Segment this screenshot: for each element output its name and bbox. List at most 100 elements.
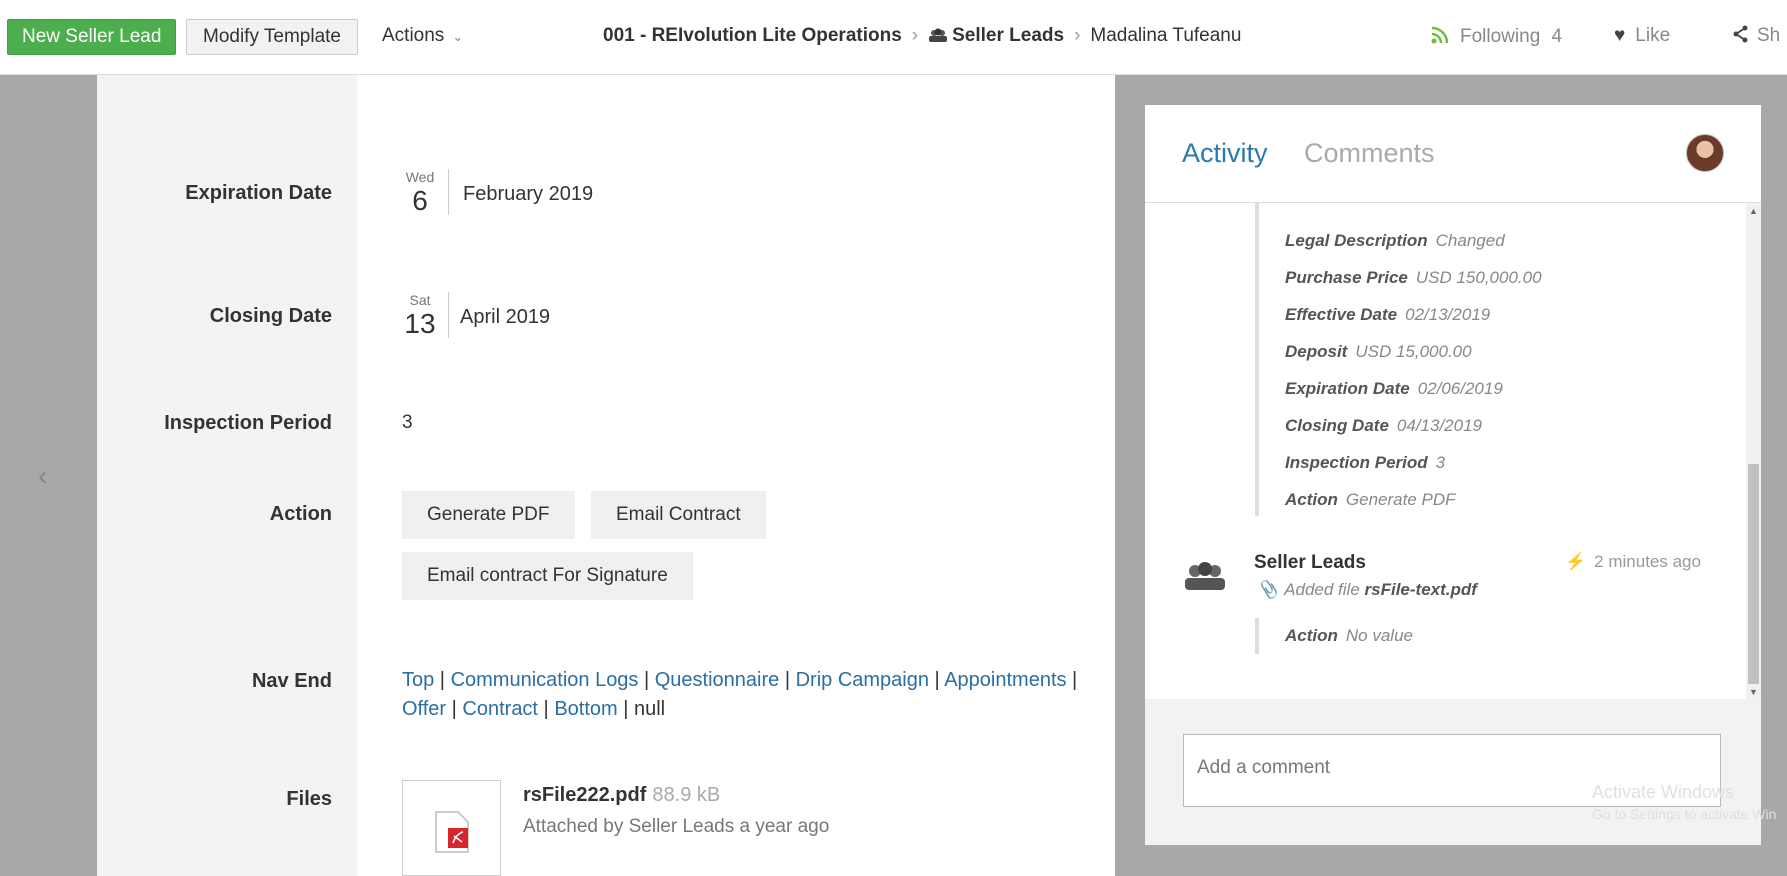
nav-link-appointments[interactable]: Appointments xyxy=(944,669,1066,691)
entry-file-prefix: Added file xyxy=(1284,580,1360,599)
top-toolbar: New Seller Lead Modify Template Actions ⌄… xyxy=(0,0,1787,75)
chevron-right-icon: › xyxy=(911,25,919,46)
scroll-up-icon[interactable]: ▲ xyxy=(1749,206,1758,216)
tab-comments[interactable]: Comments xyxy=(1304,138,1435,169)
nav-link-bottom[interactable]: Bottom xyxy=(554,698,617,720)
nav-link-questionnaire[interactable]: Questionnaire xyxy=(655,669,780,691)
chevron-down-icon: ⌄ xyxy=(452,29,464,44)
email-contract-for-signature-button[interactable]: Email contract For Signature xyxy=(402,552,693,600)
change-row: Legal Description Changed xyxy=(1285,231,1505,251)
tab-activity[interactable]: Activity xyxy=(1182,138,1268,169)
actions-label: Actions xyxy=(382,25,445,46)
scroll-down-icon[interactable]: ▼ xyxy=(1749,687,1758,697)
closing-dow: Sat xyxy=(409,292,431,308)
nav-link-communication-logs[interactable]: Communication Logs xyxy=(451,669,639,691)
change-value: USD 150,000.00 xyxy=(1415,268,1542,287)
date-divider xyxy=(448,292,449,338)
breadcrumb-workspace[interactable]: 001 - REIvolution Lite Operations xyxy=(603,25,902,46)
change-value: No value xyxy=(1345,626,1413,645)
actions-menu[interactable]: Actions ⌄ xyxy=(382,25,463,47)
inspection-period-value[interactable]: 3 xyxy=(402,412,413,434)
change-row: Purchase Price USD 150,000.00 xyxy=(1285,268,1542,288)
change-row: Expiration Date 02/06/2019 xyxy=(1285,379,1503,399)
file-meta: Attached by Seller Leads a year ago xyxy=(523,816,830,837)
scrollbar-thumb[interactable] xyxy=(1748,464,1759,684)
chevron-left-icon[interactable]: ‹ xyxy=(38,460,47,492)
chevron-right-icon: › xyxy=(1074,25,1081,46)
activity-entry-time: ⚡ 2 minutes ago xyxy=(1565,552,1701,572)
change-value: Changed xyxy=(1435,231,1505,250)
nav-link-drip-campaign[interactable]: Drip Campaign xyxy=(796,669,929,691)
change-key: Action xyxy=(1285,490,1338,509)
entry-time-text: 2 minutes ago xyxy=(1594,552,1701,571)
change-row: Action Generate PDF xyxy=(1285,490,1456,510)
file-thumbnail[interactable] xyxy=(402,780,501,876)
change-key: Expiration Date xyxy=(1285,379,1410,398)
new-seller-lead-button[interactable]: New Seller Lead xyxy=(7,19,177,55)
breadcrumb-app[interactable]: Seller Leads xyxy=(952,25,1064,46)
change-list-border xyxy=(1255,618,1259,654)
heart-icon: ♥ xyxy=(1614,25,1626,46)
closing-month-year: April 2019 xyxy=(460,306,551,328)
activate-windows-title: Activate Windows xyxy=(1592,782,1735,802)
nav-end-tail: null xyxy=(633,698,666,720)
activity-panel: Activity Comments Legal Description Chang… xyxy=(1145,105,1761,845)
activity-feed: Legal Description Changed Purchase Price U… xyxy=(1145,203,1761,699)
nav-link-contract[interactable]: Contract xyxy=(462,698,538,720)
entry-file-name[interactable]: rsFile-text.pdf xyxy=(1365,580,1477,599)
closing-date-label: Closing Date xyxy=(209,305,332,327)
change-list-border xyxy=(1255,203,1259,516)
pdf-file-icon xyxy=(435,811,469,853)
activate-windows-subtitle: Go to Settings to activate Win xyxy=(1592,806,1777,822)
change-key: Effective Date xyxy=(1285,305,1398,324)
share-button[interactable]: Sh xyxy=(1733,25,1780,47)
activity-panel-header: Activity Comments xyxy=(1145,105,1761,203)
action-label: Action xyxy=(269,503,332,525)
nav-end-links: Top | Communication Logs | Questionnaire… xyxy=(402,669,1078,720)
expiration-date-label: Expiration Date xyxy=(185,182,332,204)
change-key: Inspection Period xyxy=(1285,453,1428,472)
nav-link-top[interactable]: Top xyxy=(402,669,434,691)
change-row: Effective Date 02/13/2019 xyxy=(1285,305,1490,325)
modify-template-button[interactable]: Modify Template xyxy=(186,19,358,55)
inspection-period-label: Inspection Period xyxy=(164,412,332,434)
change-key: Closing Date xyxy=(1285,416,1389,435)
email-contract-button[interactable]: Email Contract xyxy=(591,491,766,539)
change-value: 02/13/2019 xyxy=(1405,305,1491,324)
like-button[interactable]: ♥ Like xyxy=(1614,25,1670,47)
closing-day: 13 xyxy=(404,308,436,339)
lightning-icon: ⚡ xyxy=(1565,552,1587,571)
nav-link-offer[interactable]: Offer xyxy=(402,698,446,720)
breadcrumb: 001 - REIvolution Lite Operations › Seller… xyxy=(603,25,1241,47)
share-label: Sh xyxy=(1757,25,1781,46)
group-icon xyxy=(1185,562,1225,590)
avatar[interactable] xyxy=(1686,134,1724,172)
rss-icon xyxy=(1431,26,1449,44)
share-icon xyxy=(1733,25,1748,43)
paperclip-icon: 📎 xyxy=(1257,580,1279,599)
breadcrumb-item: Madalina Tufeanu xyxy=(1090,25,1242,46)
change-value: 02/06/2019 xyxy=(1417,379,1503,398)
following-label: Following xyxy=(1460,26,1541,47)
activity-entry-title[interactable]: Seller Leads xyxy=(1254,552,1366,574)
change-row: Closing Date 04/13/2019 xyxy=(1285,416,1482,436)
expiration-dow: Wed xyxy=(405,169,435,185)
change-key: Purchase Price xyxy=(1285,268,1408,287)
activity-scrollbar[interactable]: ▲ ▼ xyxy=(1746,203,1761,699)
generate-pdf-button[interactable]: Generate PDF xyxy=(402,491,575,539)
change-row: Inspection Period 3 xyxy=(1285,453,1445,473)
item-detail-modal: Expiration Date Wed 6 February 2019 Clos… xyxy=(97,75,1115,876)
like-label: Like xyxy=(1635,25,1671,46)
change-key: Legal Description xyxy=(1285,231,1428,250)
following-count: 4 xyxy=(1551,26,1563,47)
change-value: Generate PDF xyxy=(1345,490,1456,509)
date-divider xyxy=(448,169,449,215)
change-key: Action xyxy=(1285,626,1338,645)
following-button[interactable]: Following 4 xyxy=(1430,25,1562,48)
file-name[interactable]: rsFile222.pdf 88.9 kB xyxy=(523,784,720,807)
group-icon xyxy=(929,28,948,42)
file-name-text: rsFile222.pdf xyxy=(523,784,647,806)
files-label: Files xyxy=(286,788,332,810)
change-value: 04/13/2019 xyxy=(1396,416,1482,435)
change-value: 3 xyxy=(1435,453,1446,472)
